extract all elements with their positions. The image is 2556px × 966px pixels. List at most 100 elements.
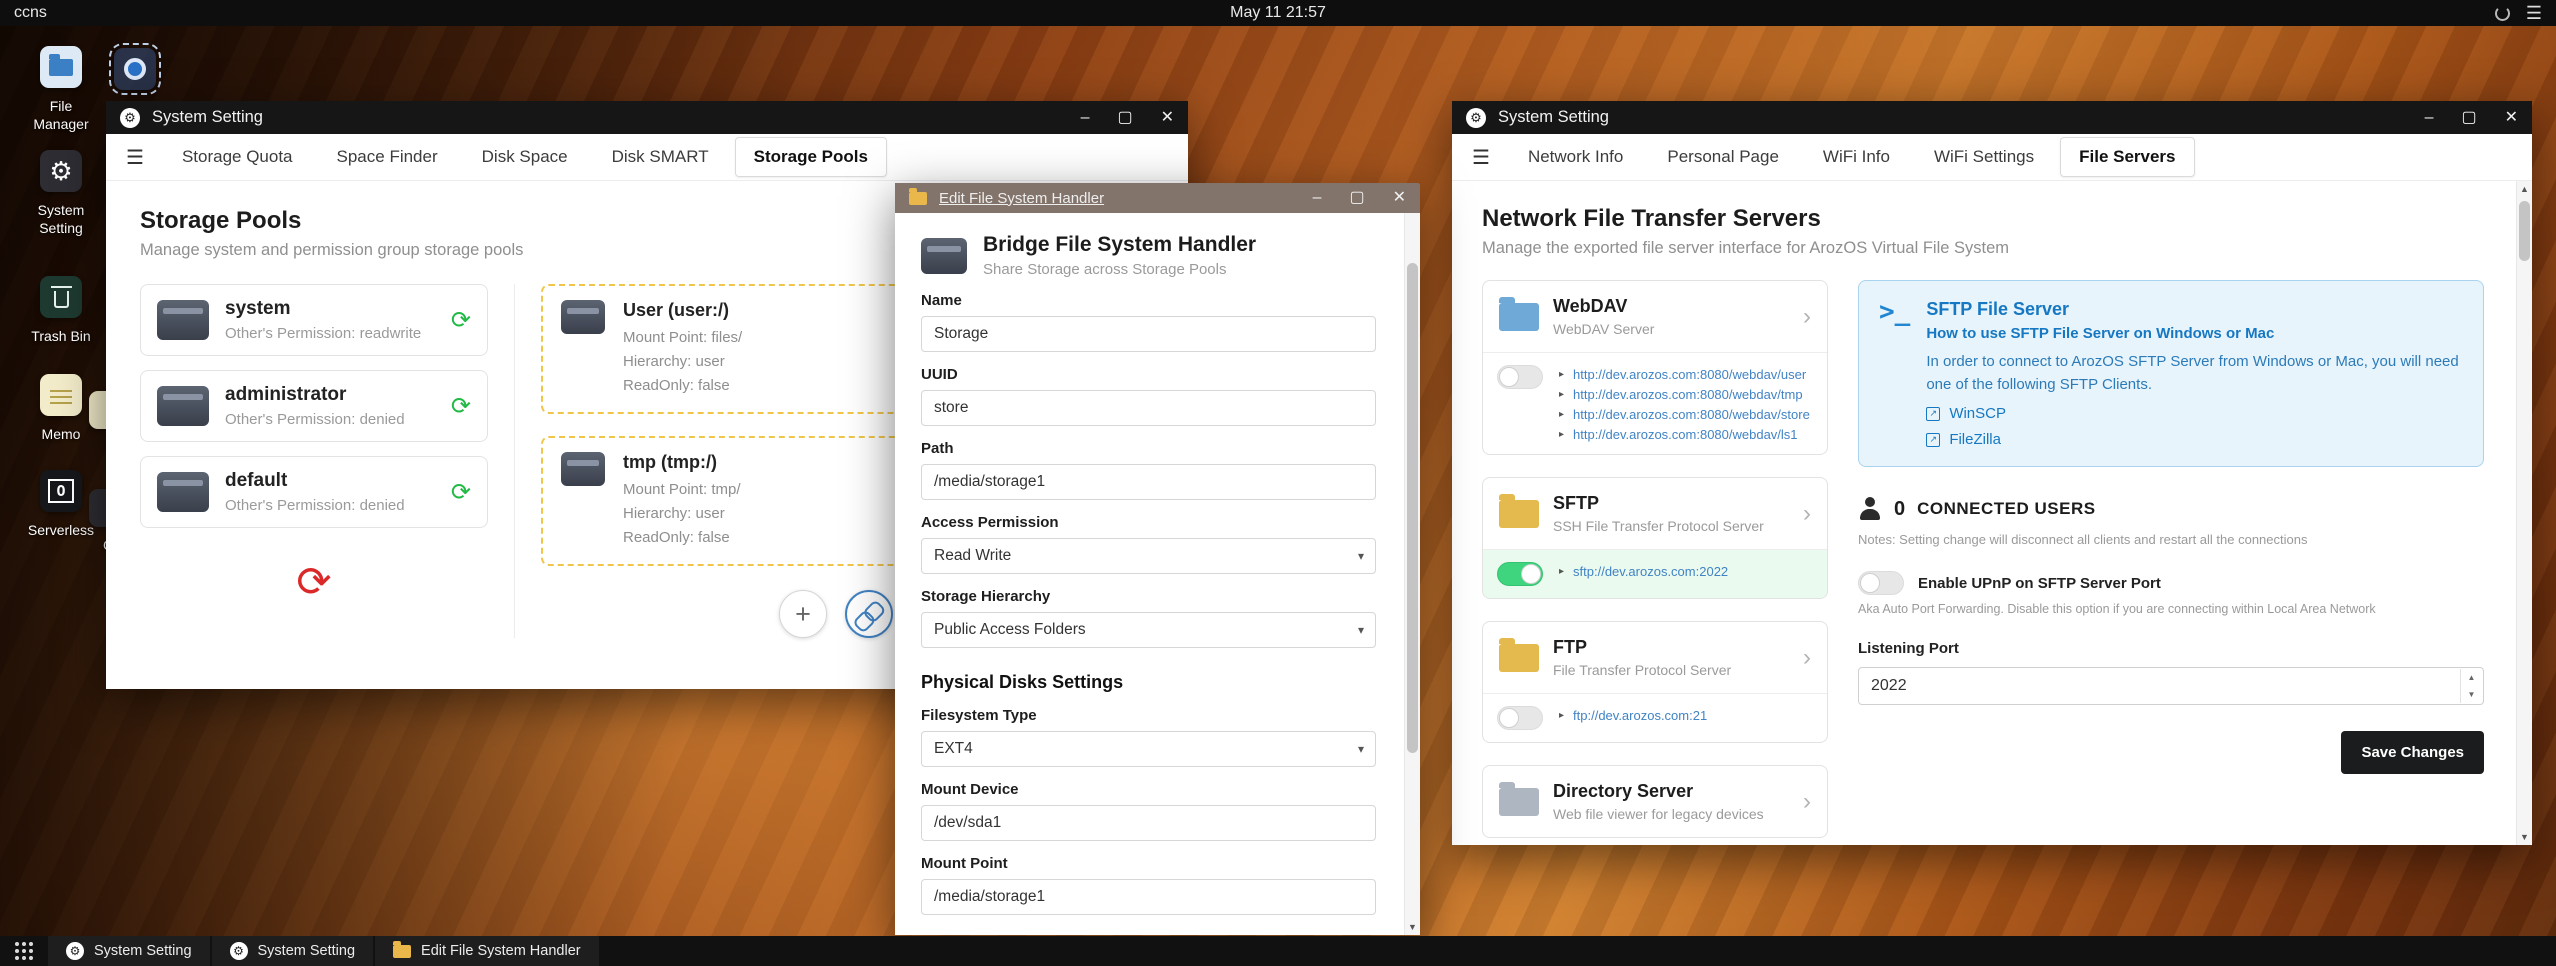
filesystem-type-select[interactable]: EXT4 ▾ — [921, 731, 1376, 767]
scroll-down-icon[interactable]: ▼ — [2517, 829, 2532, 845]
tab-wifi-settings[interactable]: WiFi Settings — [1916, 138, 2052, 176]
refresh-pools-button[interactable]: ⟳ — [285, 552, 343, 610]
memo-icon — [50, 386, 72, 404]
taskbar-item-system-setting-2[interactable]: ⚙ System Setting — [211, 936, 374, 966]
ftp-link[interactable]: ftp://dev.arozos.com:21 — [1573, 708, 1707, 723]
desktop-icon-file-manager[interactable]: File Manager — [22, 46, 100, 133]
minimize-button[interactable]: – — [1081, 109, 1090, 126]
server-desc: File Transfer Protocol Server — [1553, 662, 1732, 678]
chevron-right-icon[interactable]: › — [1803, 645, 1811, 670]
tab-personal-page[interactable]: Personal Page — [1649, 138, 1797, 176]
sftp-toggle[interactable] — [1497, 562, 1543, 586]
chevron-right-icon[interactable]: › — [1803, 304, 1811, 329]
server-card-header[interactable]: SFTP SSH File Transfer Protocol Server › — [1483, 478, 1827, 549]
stepper-up-icon[interactable]: ▲ — [2461, 669, 2482, 686]
webdav-link[interactable]: http://dev.arozos.com:8080/webdav/ls1 — [1573, 427, 1798, 442]
mount-point-label: Mount Point — [921, 855, 1008, 872]
tab-storage-pools[interactable]: Storage Pools — [734, 137, 887, 177]
tab-space-finder[interactable]: Space Finder — [319, 138, 456, 176]
upnp-toggle[interactable] — [1858, 571, 1904, 595]
stepper-down-icon[interactable]: ▼ — [2461, 686, 2482, 703]
scroll-up-icon[interactable]: ▲ — [2517, 181, 2532, 197]
sync-icon[interactable]: ⟳ — [451, 392, 471, 421]
minimize-button[interactable]: – — [1313, 190, 1322, 206]
maximize-button[interactable]: ▢ — [1117, 109, 1132, 126]
maximize-button[interactable]: ▢ — [2461, 109, 2476, 126]
mount-point-input[interactable] — [921, 879, 1376, 915]
close-button[interactable]: ✕ — [1393, 190, 1406, 206]
window-titlebar[interactable]: ⚙ System Setting – ▢ ✕ — [1452, 101, 2532, 134]
webdav-link[interactable]: http://dev.arozos.com:8080/webdav/store — [1573, 407, 1810, 422]
access-permission-select[interactable]: Read Write ▾ — [921, 538, 1376, 574]
desktop-icon-label: Serverless — [27, 522, 95, 538]
sftp-link[interactable]: sftp://dev.arozos.com:2022 — [1573, 564, 1728, 579]
tab-storage-quota[interactable]: Storage Quota — [164, 138, 311, 176]
tab-disk-smart[interactable]: Disk SMART — [594, 138, 727, 176]
add-mount-button[interactable]: + — [779, 590, 827, 638]
window-titlebar[interactable]: ⚙ System Setting – ▢ ✕ — [106, 101, 1188, 134]
pool-card-default[interactable]: default Other's Permission: denied ⟳ — [140, 456, 488, 528]
ftp-toggle[interactable] — [1497, 706, 1543, 730]
server-desc: Web file viewer for legacy devices — [1553, 806, 1764, 822]
scroll-down-icon[interactable]: ▼ — [1405, 919, 1420, 935]
minimize-button[interactable]: – — [2425, 109, 2434, 126]
desktop-icon-system-setting[interactable]: ⚙ System Setting — [22, 150, 100, 237]
path-input[interactable] — [921, 464, 1376, 500]
menu-icon[interactable]: ☰ — [126, 145, 144, 170]
tab-wifi-info[interactable]: WiFi Info — [1805, 138, 1908, 176]
section-heading: Physical Disks Settings — [921, 672, 1124, 692]
desktop-icon-trash-bin[interactable]: Trash Bin — [22, 276, 100, 345]
pool-permission: Other's Permission: denied — [225, 411, 405, 428]
gear-icon: ⚙ — [1466, 107, 1486, 128]
save-changes-button[interactable]: Save Changes — [2341, 731, 2484, 774]
mount-device-input[interactable] — [921, 805, 1376, 841]
trash-icon — [50, 285, 72, 308]
grid-icon — [15, 942, 33, 960]
storage-hierarchy-select[interactable]: Public Access Folders ▾ — [921, 612, 1376, 648]
server-card-header[interactable]: WebDAV WebDAV Server › — [1483, 281, 1827, 352]
scrollbar-thumb[interactable] — [2519, 201, 2530, 261]
maximize-button[interactable]: ▢ — [1349, 190, 1364, 206]
tab-file-servers[interactable]: File Servers — [2060, 137, 2195, 177]
filezilla-link[interactable]: ↗ FileZilla — [1926, 431, 2463, 448]
window-titlebar[interactable]: Edit File System Handler – ▢ ✕ — [895, 183, 1420, 213]
tab-disk-space[interactable]: Disk Space — [464, 138, 586, 176]
uuid-input[interactable] — [921, 390, 1376, 426]
taskbar-item-system-setting-1[interactable]: ⚙ System Setting — [48, 936, 210, 966]
close-button[interactable]: ✕ — [1161, 109, 1174, 126]
close-button[interactable]: ✕ — [2505, 109, 2518, 126]
winscp-link[interactable]: ↗ WinSCP — [1926, 405, 2463, 422]
listening-port-input[interactable] — [1859, 668, 2483, 704]
taskbar-item-edit-fs-handler[interactable]: Edit File System Handler — [375, 936, 599, 966]
topbar-menu[interactable]: ccns — [14, 4, 47, 22]
drive-icon — [921, 237, 967, 274]
pool-name: administrator — [225, 384, 347, 405]
chevron-right-icon[interactable]: › — [1803, 501, 1811, 526]
server-card-header[interactable]: Directory Server Web file viewer for leg… — [1483, 766, 1827, 837]
server-desc: WebDAV Server — [1553, 321, 1655, 337]
pool-card-administrator[interactable]: administrator Other's Permission: denied… — [140, 370, 488, 442]
folder-icon — [49, 53, 73, 76]
mount-point: Mount Point: tmp/ — [623, 481, 741, 498]
scrollbar[interactable]: ▼ — [1404, 213, 1420, 935]
sync-icon[interactable]: ⟳ — [451, 478, 471, 507]
desktop-icon-arozos[interactable] — [96, 43, 174, 95]
topbar-menu-icon[interactable]: ☰ — [2526, 3, 2542, 24]
top-bar: ccns May 11 21:57 ☰ — [0, 0, 2556, 26]
sync-icon[interactable]: ⟳ — [451, 306, 471, 335]
upnp-note: Aka Auto Port Forwarding. Disable this o… — [1858, 602, 2376, 616]
scrollbar-thumb[interactable] — [1407, 263, 1418, 753]
webdav-link[interactable]: http://dev.arozos.com:8080/webdav/user — [1573, 367, 1806, 382]
scrollbar[interactable]: ▲ ▼ — [2516, 181, 2532, 845]
menu-icon[interactable]: ☰ — [1472, 145, 1490, 170]
access-permission-label: Access Permission — [921, 514, 1059, 531]
webdav-toggle[interactable] — [1497, 365, 1543, 389]
link-mount-button[interactable] — [845, 590, 893, 638]
chevron-right-icon[interactable]: › — [1803, 789, 1811, 814]
pool-card-system[interactable]: system Other's Permission: readwrite ⟳ — [140, 284, 488, 356]
app-launcher-button[interactable] — [0, 936, 48, 966]
tab-network-info[interactable]: Network Info — [1510, 138, 1641, 176]
name-input[interactable] — [921, 316, 1376, 352]
server-card-header[interactable]: FTP File Transfer Protocol Server › — [1483, 622, 1827, 693]
webdav-link[interactable]: http://dev.arozos.com:8080/webdav/tmp — [1573, 387, 1803, 402]
